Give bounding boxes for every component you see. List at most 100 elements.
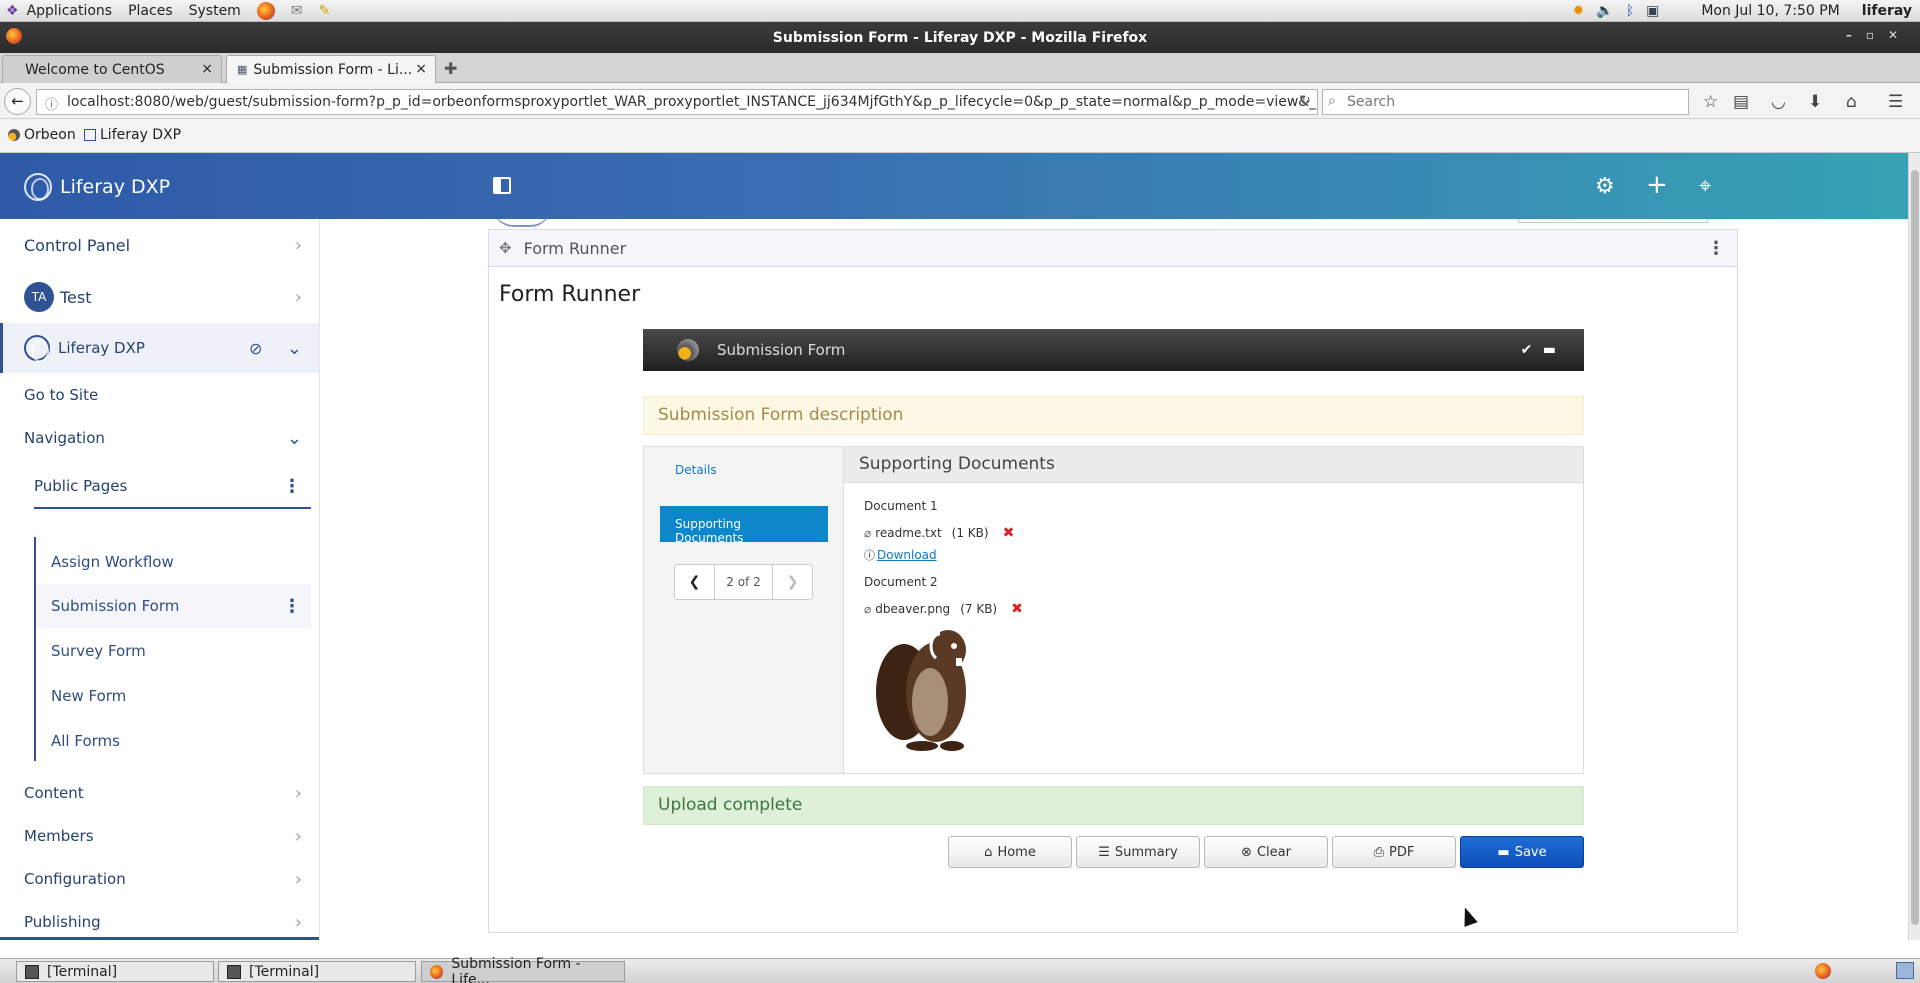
places-menu[interactable]: Places — [128, 3, 173, 19]
wizard-item-details[interactable]: Details — [660, 452, 828, 488]
home-icon[interactable]: ⌂ — [1846, 92, 1857, 112]
back-button[interactable]: ← — [4, 88, 31, 115]
validation-check-icon[interactable]: ✔ — [1521, 342, 1533, 358]
sidebar-item-navigation[interactable]: Navigation ⌄ — [0, 416, 319, 460]
section-title: Supporting Documents — [844, 447, 1583, 483]
applications-menu[interactable]: Applications — [27, 3, 113, 19]
kebab-menu-icon[interactable]: ⋮ — [283, 476, 301, 497]
close-tab-icon[interactable]: × — [415, 61, 427, 77]
scrollbar-thumb[interactable] — [1911, 170, 1919, 925]
save-icon: ▬ — [1497, 844, 1510, 860]
reading-list-icon[interactable]: ▤ — [1733, 92, 1749, 112]
sidebar-item-configuration[interactable]: Configuration › — [0, 857, 319, 901]
bookmark-orbeon[interactable]: Orbeon — [8, 127, 76, 143]
page-label: Survey Form — [51, 642, 146, 660]
save-button[interactable]: ▬ Save — [1460, 836, 1584, 868]
taskbar-item-firefox[interactable]: Submission Form - Life... — [421, 956, 625, 983]
page-scrollbar[interactable] — [1908, 153, 1920, 940]
home-button[interactable]: ⌂ Home — [948, 836, 1072, 868]
firefox-tray-icon[interactable] — [1815, 963, 1831, 979]
search-input[interactable]: ⌕ Search — [1322, 89, 1689, 115]
page-assign-workflow[interactable]: Assign Workflow — [0, 540, 319, 584]
url-bar[interactable]: ⓘ localhost:8080/web/guest/submission-fo… — [36, 89, 1318, 115]
notes-launcher-icon[interactable]: ✎ — [319, 3, 331, 19]
download-link[interactable]: Download — [877, 548, 937, 562]
mail-launcher-icon[interactable]: ✉ — [291, 3, 303, 19]
close-tab-icon[interactable]: × — [201, 61, 213, 77]
new-tab-icon[interactable]: ✚ — [444, 59, 457, 78]
sidebar-item-user[interactable]: TA Test › — [0, 275, 319, 319]
download-icon[interactable]: ⬇ — [1808, 92, 1822, 112]
workspace-switcher-icon[interactable] — [1896, 962, 1914, 979]
tab-submission-form[interactable]: ▦ Submission Form - Li... × — [226, 55, 436, 83]
simulation-icon[interactable]: ⌖ — [1699, 174, 1711, 199]
list-icon: ☰ — [1098, 844, 1110, 860]
chevron-down-icon[interactable]: ⌄ — [287, 338, 302, 359]
update-icon[interactable]: ✹ — [1573, 3, 1585, 19]
taskbar-item-terminal-1[interactable]: [Terminal] — [16, 961, 214, 982]
info-icon[interactable]: ⓘ — [45, 94, 58, 113]
sidebar-item-label: Members — [24, 827, 94, 845]
page-new-form[interactable]: New Form — [0, 674, 319, 718]
pdf-button[interactable]: ⎙ PDF — [1332, 836, 1456, 868]
sidebar-item-site[interactable]: Liferay DXP ⊘ ⌄ — [0, 323, 319, 373]
kebab-menu-icon[interactable]: ⋮ — [283, 596, 301, 617]
compass-icon[interactable]: ⊘ — [249, 339, 262, 358]
sidebar-item-members[interactable]: Members › — [0, 814, 319, 858]
remove-attachment-icon[interactable]: ✖ — [1003, 525, 1015, 541]
summary-button[interactable]: ☰ Summary — [1076, 836, 1200, 868]
attachment-filename: readme.txt — [875, 526, 942, 540]
bookmark-liferay[interactable]: Liferay DXP — [84, 127, 181, 143]
taskbar-item-terminal-2[interactable]: [Terminal] — [218, 961, 416, 982]
user-menu[interactable]: liferay — [1862, 3, 1912, 19]
bookmarks-toolbar: Orbeon Liferay DXP — [0, 119, 1920, 153]
page-all-forms[interactable]: All Forms — [0, 719, 319, 763]
reload-icon[interactable]: ↻ — [1299, 93, 1311, 109]
page-label: Assign Workflow — [51, 553, 174, 571]
gear-icon[interactable]: ⚙ — [1595, 174, 1615, 199]
remove-attachment-icon[interactable]: ✖ — [1011, 601, 1023, 617]
tab-label: Welcome to CentOS — [25, 61, 165, 78]
page-tab-icon: ▦ — [237, 63, 248, 76]
clear-button[interactable]: ⊗ Clear — [1204, 836, 1328, 868]
chevron-right-icon: › — [294, 286, 302, 308]
portlet-header-title: Form Runner — [523, 238, 627, 258]
task-label: [Terminal] — [47, 963, 118, 980]
tab-welcome-centos[interactable]: Welcome to CentOS × — [2, 55, 222, 83]
bookmark-star-icon[interactable]: ☆ — [1703, 92, 1718, 112]
chevron-left-icon[interactable]: ❮ — [675, 565, 715, 599]
pocket-icon[interactable]: ◡ — [1771, 92, 1786, 112]
firefox-launcher-icon[interactable] — [256, 1, 275, 20]
wizard-item-supporting-documents[interactable]: Supporting Documents — [660, 506, 828, 545]
dbeaver-image — [876, 630, 966, 751]
volume-icon[interactable]: 🔈 — [1596, 3, 1613, 19]
portlet-options-icon[interactable]: ⋮ — [1707, 238, 1725, 259]
sidebar-item-control-panel[interactable]: Control Panel › — [0, 223, 319, 267]
portlet-topper[interactable]: ✥ Form Runner ⋮ — [489, 230, 1737, 267]
clock[interactable]: Mon Jul 10, 7:50 PM — [1701, 3, 1839, 19]
bluetooth-icon[interactable]: ᛒ — [1626, 3, 1634, 19]
network-icon[interactable]: ▣ — [1646, 3, 1659, 19]
system-menu[interactable]: System — [189, 3, 241, 19]
sidebar-item-label: Control Panel — [24, 235, 131, 255]
clear-icon: ⊗ — [1241, 844, 1252, 860]
firefox-icon — [430, 964, 444, 979]
add-icon[interactable]: + — [1646, 170, 1668, 200]
url-text: localhost:8080/web/guest/submission-form… — [67, 94, 1318, 110]
page-submission-form[interactable]: Submission Form ⋮ — [36, 584, 311, 628]
drag-handle-icon[interactable]: ✥ — [499, 239, 512, 257]
sidebar-item-go-to-site[interactable]: Go to Site — [0, 373, 319, 417]
bookmark-label: Orbeon — [24, 127, 76, 143]
save-status-icon[interactable]: ▬ — [1543, 342, 1556, 358]
search-icon: ⌕ — [1328, 93, 1336, 109]
chevron-right-icon: ❯ — [772, 565, 812, 599]
page-survey-form[interactable]: Survey Form — [0, 629, 319, 673]
hamburger-menu-icon[interactable]: ☰ — [1888, 92, 1903, 112]
page-label: New Form — [51, 687, 127, 705]
sidebar-item-content[interactable]: Content › — [0, 771, 319, 815]
window-controls[interactable]: –▫✕ — [1846, 28, 1912, 42]
sidebar-item-publishing[interactable]: Publishing › — [0, 900, 319, 940]
liferay-brand[interactable]: Liferay DXP — [24, 173, 170, 201]
sidebar-item-public-pages[interactable]: Public Pages ⋮ — [34, 465, 311, 509]
sidebar-toggle-icon[interactable] — [493, 177, 511, 194]
